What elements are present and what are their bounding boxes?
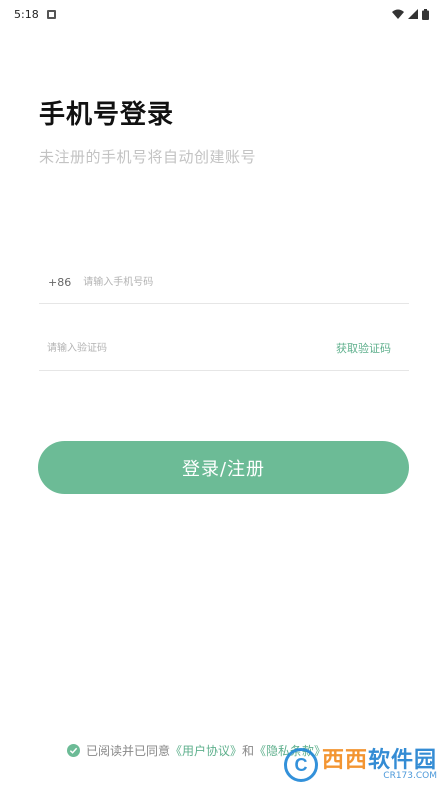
watermark-badge-icon: C xyxy=(283,748,318,782)
page-subtitle: 未注册的手机号将自动创建账号 xyxy=(39,148,257,166)
status-right xyxy=(392,8,429,20)
phone-input[interactable] xyxy=(81,276,336,289)
status-bar: 5:18 xyxy=(0,0,443,28)
wifi-icon xyxy=(392,9,404,19)
watermark-sub: CR173.COM xyxy=(383,770,437,781)
watermark-brand-a: 西西 xyxy=(321,747,368,773)
battery-icon xyxy=(422,8,429,20)
verification-code-input[interactable] xyxy=(45,341,249,355)
signal-icon xyxy=(408,9,418,19)
country-code[interactable]: +86 xyxy=(48,276,71,289)
page-title: 手机号登录 xyxy=(39,100,175,130)
code-row: 获取验证码 xyxy=(39,326,409,371)
watermark-brand-b: 软件园 xyxy=(367,747,437,773)
agreement-prefix: 已阅读并已同意 xyxy=(86,743,171,758)
watermark-logo: C 西西软件园 CR173.COM xyxy=(247,743,437,787)
user-agreement-link[interactable]: 《用户协议》 xyxy=(170,742,242,759)
checkbox-checked-icon[interactable] xyxy=(67,743,80,757)
phone-row: +86 xyxy=(39,262,409,304)
get-code-button[interactable]: 获取验证码 xyxy=(336,340,391,356)
login-register-button[interactable]: 登录/注册 xyxy=(38,441,409,494)
status-left: 5:18 xyxy=(14,8,56,21)
status-time: 5:18 xyxy=(14,7,39,21)
watermark-text: 西西软件园 CR173.COM xyxy=(322,749,437,782)
notification-icon xyxy=(46,9,56,19)
check-icon xyxy=(69,747,78,754)
